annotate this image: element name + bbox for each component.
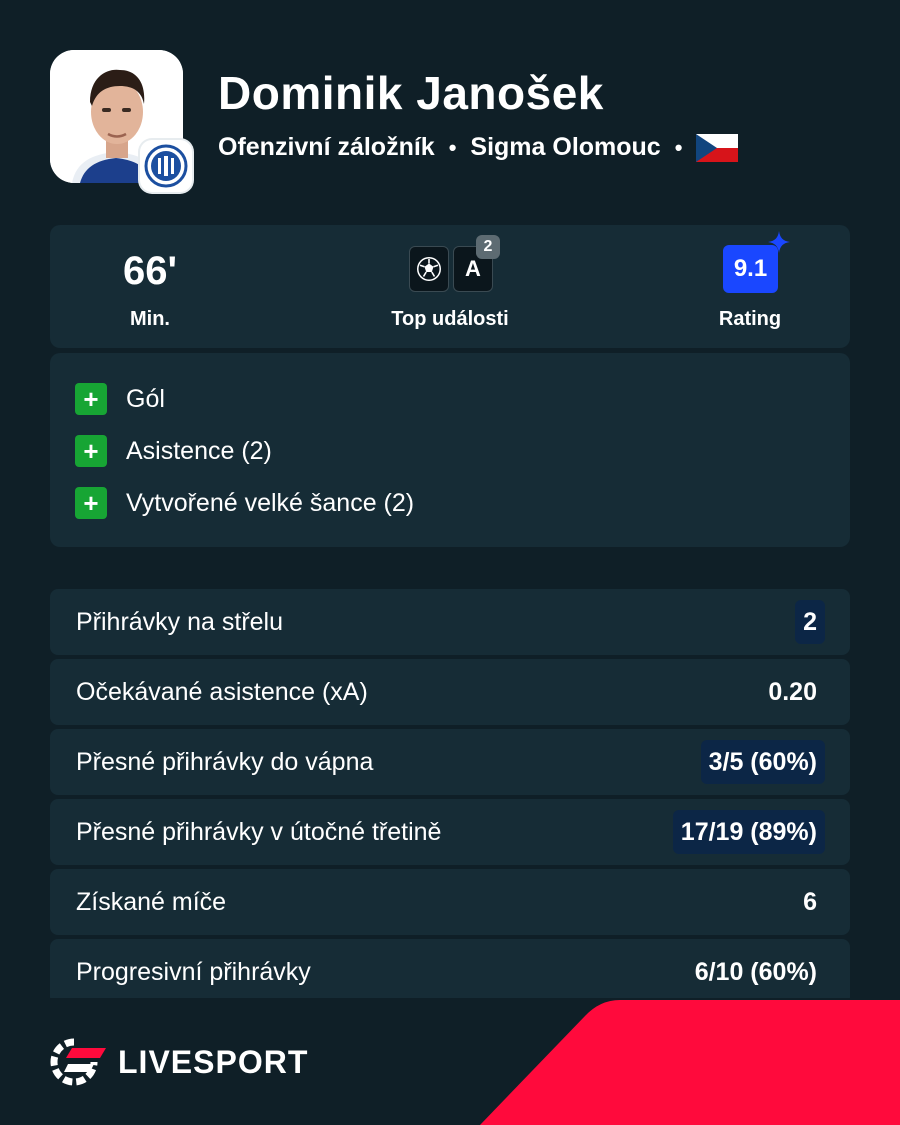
highlight-item: + Asistence (2) [75,435,272,467]
highlight-item: + Vytvořené velké šance (2) [75,487,414,519]
stat-row: Progresivní přihrávky 6/10 (60%) [50,939,850,1005]
player-stats-card: Dominik Janošek Ofenzivní záložník • Sig… [0,0,900,1125]
stat-value: 0.20 [768,678,817,706]
stat-row: Získané míče 6 [50,869,850,935]
separator-dot: • [674,134,683,160]
match-summary-card: 66' Min. A 2 Top události 9.1 Rating [50,225,850,348]
stat-value: 3/5 (60%) [700,740,825,784]
top-events-label: Top události [391,308,509,330]
highlight-label: Gól [126,384,165,413]
highlights-card: + Gól + Asistence (2) + Vytvořené velké … [50,353,850,547]
stat-label: Přesné přihrávky v útočné třetině [76,818,442,846]
highlight-item: + Gól [75,383,165,415]
football-icon [417,257,441,281]
player-meta: Ofenzivní záložník • Sigma Olomouc • [218,133,739,162]
player-position: Ofenzivní záložník [218,133,435,161]
czech-flag-icon [696,133,739,162]
star-icon [768,231,790,253]
stat-label: Přesné přihrávky do vápna [76,748,374,776]
highlight-label: Vytvořené velké šance (2) [126,488,415,517]
livesport-logo: LIVESPORT [50,1038,308,1086]
plus-icon: + [75,383,107,415]
brand-name: LIVESPORT [118,1043,309,1080]
stat-row: Přihrávky na střelu 2 [50,589,850,655]
stat-row: Očekávané asistence (xA) 0.20 [50,659,850,725]
plus-icon: + [75,435,107,467]
club-crest-icon [140,140,192,192]
stat-label: Progresivní přihrávky [76,958,311,986]
player-club: Sigma Olomouc [470,133,661,161]
stat-value: 6 [803,888,817,916]
stat-value: 2 [795,600,825,644]
separator-dot: • [448,134,457,160]
stat-value: 17/19 (89%) [672,810,825,854]
stat-value: 6/10 (60%) [694,958,817,986]
stat-label: Získané míče [76,888,227,916]
stat-row: Přesné přihrávky v útočné třetině 17/19 … [50,799,850,865]
highlight-label: Asistence (2) [126,436,272,465]
rating-label: Rating [718,308,782,330]
livesport-logo-icon [50,1038,106,1086]
stat-row: Přesné přihrávky do vápna 3/5 (60%) [50,729,850,795]
rating-stat: 9.1 Rating [690,225,810,348]
top-events-stat: A 2 Top události [370,225,530,348]
minutes-stat: 66' Min. [90,225,210,348]
goal-event-badge [409,246,449,292]
stat-label: Přihrávky na střelu [76,608,284,636]
assist-count-badge: 2 [476,235,500,259]
minutes-value: 66' [122,249,177,293]
plus-icon: + [75,487,107,519]
stat-label: Očekávané asistence (xA) [76,678,368,706]
player-name: Dominik Janošek [218,67,604,119]
minutes-label: Min. [130,308,170,330]
